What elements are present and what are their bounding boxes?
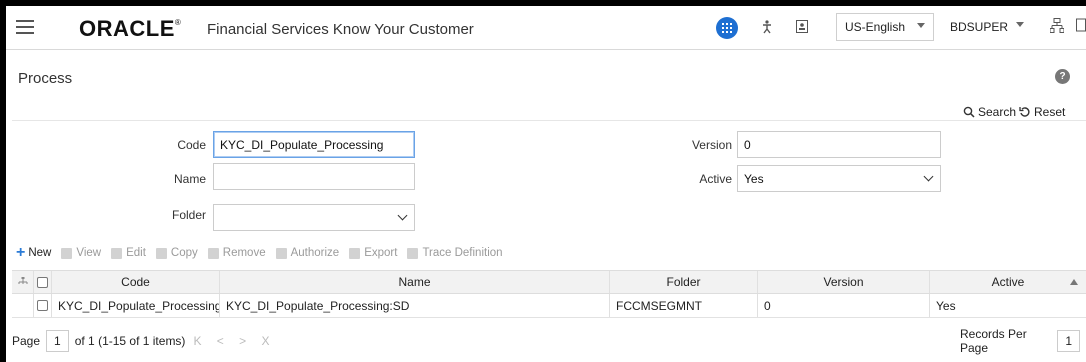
active-select[interactable]: Yes: [737, 165, 941, 192]
version-input[interactable]: 0: [737, 131, 941, 158]
sort-ascending-icon: [1070, 279, 1078, 285]
edit-button[interactable]: Edit: [111, 247, 146, 259]
user-name: BDSUPER: [950, 20, 1009, 34]
name-label: Name: [173, 172, 206, 186]
chevron-down-icon: [1016, 22, 1024, 27]
authorize-label: Authorize: [290, 247, 340, 259]
logo-mark: ®: [174, 18, 182, 27]
view-icon: [61, 247, 73, 259]
records-per-page-label: Records Per Page: [960, 327, 1027, 355]
apps-grid-icon[interactable]: [716, 17, 738, 39]
pagination-bar: Page 1 of 1 (1-15 of 1 items) K < > X Re…: [12, 327, 1086, 355]
row-folder-cell: FCCMSEGMNT: [610, 294, 758, 317]
page-number-input[interactable]: 1: [46, 330, 69, 352]
accessibility-icon[interactable]: [761, 20, 773, 37]
reset-label: Reset: [1034, 105, 1066, 119]
search-button[interactable]: Search: [963, 105, 1016, 119]
row-name-cell: KYC_DI_Populate_Processing:SD: [220, 294, 610, 317]
process-grid: Code Name Folder Version Active KYC_DI_P…: [12, 270, 1086, 318]
trace-label: Trace Definition: [422, 247, 503, 259]
row-code-cell: KYC_DI_Populate_Processing: [52, 294, 220, 317]
copy-icon: [155, 247, 167, 259]
export-button[interactable]: Export: [349, 247, 397, 259]
app-frame: ORACLE® Financial Services Know Your Cus…: [6, 6, 1086, 362]
edit-label: Edit: [126, 247, 146, 259]
grid-header: Code Name Folder Version Active: [12, 270, 1086, 294]
chevron-down-icon: [923, 171, 934, 182]
view-label: View: [76, 247, 102, 259]
logo-text: ORACLE: [79, 16, 175, 41]
column-header-active[interactable]: Active: [930, 271, 1086, 293]
user-menu[interactable]: BDSUPER: [942, 13, 1038, 41]
code-label: Code: [177, 138, 206, 152]
row-active-cell: Yes: [936, 298, 956, 313]
help-icon[interactable]: ?: [1055, 69, 1070, 84]
code-input[interactable]: KYC_DI_Populate_Processing: [213, 131, 415, 158]
version-value: 0: [744, 137, 751, 152]
table-row[interactable]: KYC_DI_Populate_Processing KYC_DI_Popula…: [12, 294, 1086, 318]
truncated-icon[interactable]: [1076, 18, 1086, 36]
code-value: KYC_DI_Populate_Processing: [220, 137, 384, 152]
remove-button[interactable]: Remove: [207, 247, 266, 259]
reset-button[interactable]: Reset: [1019, 105, 1065, 119]
new-button[interactable]: + New: [16, 244, 52, 261]
product-name: Financial Services Know Your Customer: [207, 21, 474, 38]
page-nav-icons[interactable]: K < > X: [193, 334, 275, 348]
column-header-folder[interactable]: Folder: [610, 271, 758, 293]
hamburger-menu-icon[interactable]: [16, 20, 34, 34]
select-all-checkbox[interactable]: [34, 271, 52, 293]
active-header-label: Active: [991, 275, 1025, 289]
app-header: ORACLE® Financial Services Know Your Cus…: [6, 6, 1086, 50]
edit-icon: [111, 247, 123, 259]
new-label: New: [28, 247, 52, 259]
trash-icon: [207, 247, 219, 259]
export-label: Export: [364, 247, 398, 259]
column-header-name[interactable]: Name: [220, 271, 610, 293]
hierarchy-icon[interactable]: [1049, 18, 1065, 36]
name-input[interactable]: [213, 163, 415, 190]
oracle-logo: ORACLE®: [79, 16, 181, 42]
grid-toolbar: + New View Edit Copy Remove Authorize Exp…: [16, 244, 513, 262]
page-title: Process: [18, 70, 73, 87]
search-label: Search: [978, 105, 1017, 119]
page-label: Page: [12, 334, 41, 348]
active-value: Yes: [744, 171, 764, 186]
language-select[interactable]: US-English: [836, 13, 934, 41]
divider: [12, 120, 1086, 121]
chevron-down-icon: [397, 210, 408, 221]
authorize-icon: [275, 247, 287, 259]
column-header-code[interactable]: Code: [52, 271, 220, 293]
remove-label: Remove: [222, 247, 266, 259]
plus-icon: +: [16, 244, 26, 261]
row-spacer: [12, 294, 34, 317]
folder-select[interactable]: [213, 204, 415, 231]
trace-definition-button[interactable]: Trace Definition: [407, 247, 503, 259]
trace-icon: [407, 247, 419, 259]
active-label: Active: [699, 172, 732, 186]
hierarchy-toggle-icon[interactable]: [12, 271, 34, 293]
row-checkbox[interactable]: [34, 294, 52, 317]
view-button[interactable]: View: [61, 247, 101, 259]
row-version-cell: 0: [758, 294, 930, 317]
reset-icon: [1019, 107, 1030, 117]
page-summary: of 1 (1-15 of 1 items): [74, 334, 186, 348]
records-per-page-input[interactable]: 1: [1057, 330, 1080, 352]
search-icon: [963, 106, 975, 118]
folder-label: Folder: [171, 208, 206, 222]
chevron-down-icon: [917, 23, 925, 28]
copy-label: Copy: [170, 247, 198, 259]
profile-card-icon[interactable]: [796, 20, 808, 36]
copy-button[interactable]: Copy: [155, 247, 198, 259]
export-icon: [349, 247, 361, 259]
column-header-version[interactable]: Version: [758, 271, 930, 293]
authorize-button[interactable]: Authorize: [275, 247, 340, 259]
version-label: Version: [691, 138, 732, 152]
language-value: US-English: [845, 20, 906, 34]
records-per-page: Records Per Page 1: [960, 327, 1086, 355]
